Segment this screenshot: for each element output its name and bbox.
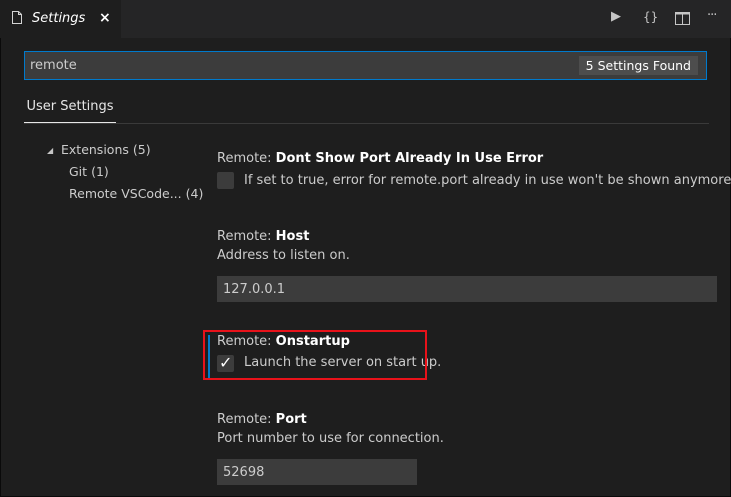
- port-input[interactable]: [217, 459, 417, 485]
- close-icon[interactable]: ×: [99, 10, 111, 26]
- toc-item-extensions[interactable]: Extensions (5): [61, 142, 151, 157]
- file-icon: [12, 11, 22, 24]
- tab-user-settings[interactable]: User Settings: [24, 99, 116, 123]
- expand-triangle-icon[interactable]: ◢: [47, 146, 53, 155]
- setting-description: Port number to use for connection.: [217, 431, 444, 446]
- tab-title: Settings: [32, 11, 86, 26]
- setting-title: Remote: Host: [217, 229, 310, 244]
- open-json-icon[interactable]: {}: [643, 10, 658, 24]
- editor-tab-bar: Settings × ▶ {} ···: [0, 0, 731, 38]
- split-editor-icon[interactable]: [675, 12, 690, 25]
- tabs-divider: [24, 123, 709, 124]
- toc-item-git[interactable]: Git (1): [69, 164, 109, 179]
- host-input[interactable]: [217, 276, 717, 302]
- tab-settings[interactable]: Settings ×: [0, 0, 122, 38]
- setting-description: Address to listen on.: [217, 248, 350, 263]
- toc-item-remote-vscode[interactable]: Remote VSCode... (4): [69, 186, 203, 201]
- highlight-box: [203, 330, 427, 380]
- setting-port: Remote: Port Port number to use for conn…: [217, 412, 444, 446]
- setting-title: Remote: Port: [217, 412, 307, 427]
- setting-dont-show-port-error: Remote: Dont Show Port Already In Use Er…: [217, 151, 543, 166]
- search-input[interactable]: [25, 52, 570, 79]
- settings-search[interactable]: 5 Settings Found: [24, 51, 707, 80]
- results-count-badge: 5 Settings Found: [578, 56, 698, 75]
- setting-title: Remote: Dont Show Port Already In Use Er…: [217, 151, 544, 166]
- setting-description: If set to true, error for remote.port al…: [244, 173, 731, 188]
- setting-host: Remote: Host Address to listen on.: [217, 229, 350, 263]
- run-icon[interactable]: ▶: [611, 9, 621, 24]
- more-actions-icon[interactable]: ···: [707, 8, 717, 23]
- dont-show-port-error-checkbox[interactable]: [217, 172, 234, 189]
